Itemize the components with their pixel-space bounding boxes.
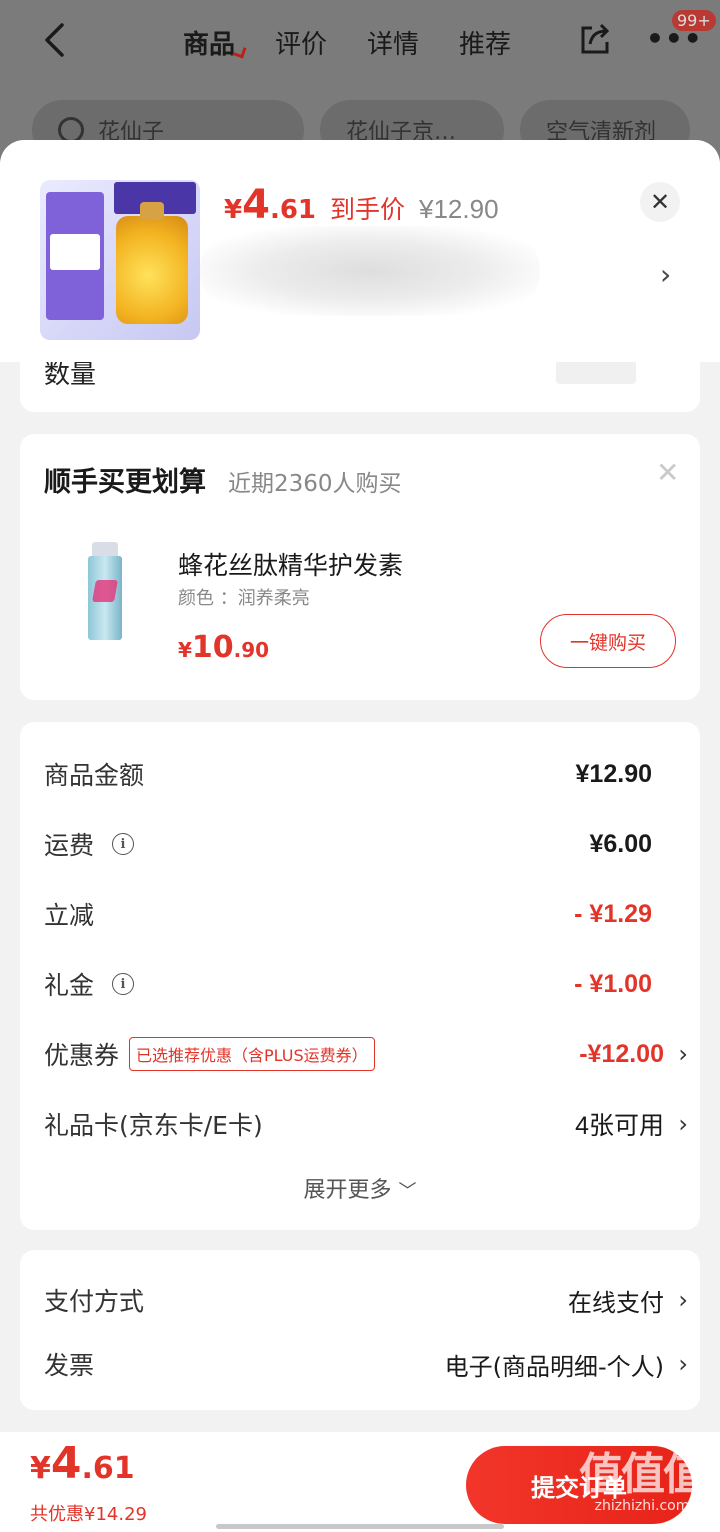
bundle-product-image[interactable]	[80, 542, 130, 642]
chevron-down-icon: ﹀	[398, 1181, 417, 1202]
tab-recommend[interactable]: 推荐	[459, 24, 511, 61]
invoice-row[interactable]: 发票 电子(商品明细-个人) ›	[44, 1344, 688, 1384]
fee-row-gift-card[interactable]: 礼品卡(京东卡/E卡) 4张可用 ›	[44, 1104, 688, 1144]
background-nav-bar: 商品 评价 详情 推荐 ••• 99+	[0, 0, 720, 90]
payment-card: 支付方式 在线支付 › 发票 电子(商品明细-个人) ›	[20, 1250, 700, 1410]
back-arrow-icon[interactable]	[40, 22, 70, 58]
original-price: ¥12.90	[419, 194, 499, 224]
bundle-subtitle: 近期2360人购买	[228, 471, 402, 497]
fee-row-shipping: 运费 i ¥6.00	[44, 829, 652, 861]
tab-reviews[interactable]: 评价	[275, 24, 327, 61]
final-price: ¥4.61	[224, 182, 316, 228]
bottom-bar: ¥4.61 共优惠¥14.29 提交订单 值值值 zhizhizhi.com	[0, 1432, 720, 1532]
tab-details[interactable]: 详情	[367, 24, 419, 61]
blurred-spec-selector[interactable]	[200, 226, 540, 316]
one-click-buy-button[interactable]: 一键购买	[540, 614, 676, 668]
background-tabs: 商品 评价 详情 推荐	[183, 24, 511, 61]
expand-more-button[interactable]: 展开更多 ﹀	[20, 1172, 700, 1204]
final-price-label: 到手价	[330, 195, 406, 224]
share-icon[interactable]	[578, 22, 612, 56]
info-icon[interactable]: i	[112, 973, 135, 995]
bottle-image	[116, 202, 188, 324]
fee-row-gift-money: 礼金 i - ¥1.00	[44, 969, 652, 1001]
bundle-product-name[interactable]: 蜂花丝肽精华护发素	[178, 546, 403, 582]
fee-row-instant-discount: 立减 - ¥1.29	[44, 899, 652, 931]
bundle-product-spec: 颜色 ：润养柔亮	[178, 588, 310, 609]
bundle-product-price: ¥10.90	[178, 630, 270, 665]
total-price: ¥4.61	[30, 1438, 135, 1489]
watermark-logo: 值值值 zhizhizhi.com	[579, 1449, 707, 1515]
coupon-tag: 已选推荐优惠（含PLUS运费券）	[129, 1037, 375, 1071]
chevron-right-icon[interactable]: ›	[660, 258, 671, 291]
product-thumbnail	[40, 180, 200, 340]
payment-method-row[interactable]: 支付方式 在线支付 ›	[44, 1280, 688, 1320]
info-icon[interactable]: i	[112, 833, 135, 855]
tab-product[interactable]: 商品	[183, 24, 235, 61]
chevron-right-icon[interactable]: ›	[678, 1110, 688, 1138]
message-count-badge: 99+	[672, 10, 716, 31]
fee-row-coupon[interactable]: 优惠券 已选推荐优惠（含PLUS运费券） -¥12.00 ›	[44, 1034, 688, 1074]
total-saved: 共优惠¥14.29	[30, 1504, 147, 1525]
bundle-card: 顺手买更划算 近期2360人购买 ✕ 蜂花丝肽精华护发素 颜色 ：润养柔亮 ¥1…	[20, 434, 700, 700]
chevron-right-icon[interactable]: ›	[678, 1350, 688, 1378]
price-row: ¥4.61 到手价 ¥12.90	[224, 182, 499, 228]
close-icon[interactable]: ✕	[640, 182, 680, 222]
chevron-right-icon[interactable]: ›	[678, 1286, 688, 1314]
checkout-sheet: ¥4.61 到手价 ¥12.90 ✕ › 数量 顺手买更划算 近期2360人购买…	[0, 140, 720, 1532]
home-indicator[interactable]	[216, 1524, 504, 1529]
package-image	[46, 192, 104, 320]
fee-row-subtotal: 商品金额 ¥12.90	[44, 759, 652, 791]
product-header: ¥4.61 到手价 ¥12.90 ✕ ›	[0, 140, 720, 362]
fees-card: 商品金额 ¥12.90 运费 i ¥6.00 立减 - ¥1.29 礼金 i -…	[20, 722, 700, 1230]
chevron-right-icon[interactable]: ›	[678, 1040, 688, 1068]
bundle-title: 顺手买更划算	[44, 467, 206, 498]
close-icon[interactable]: ✕	[656, 456, 679, 489]
